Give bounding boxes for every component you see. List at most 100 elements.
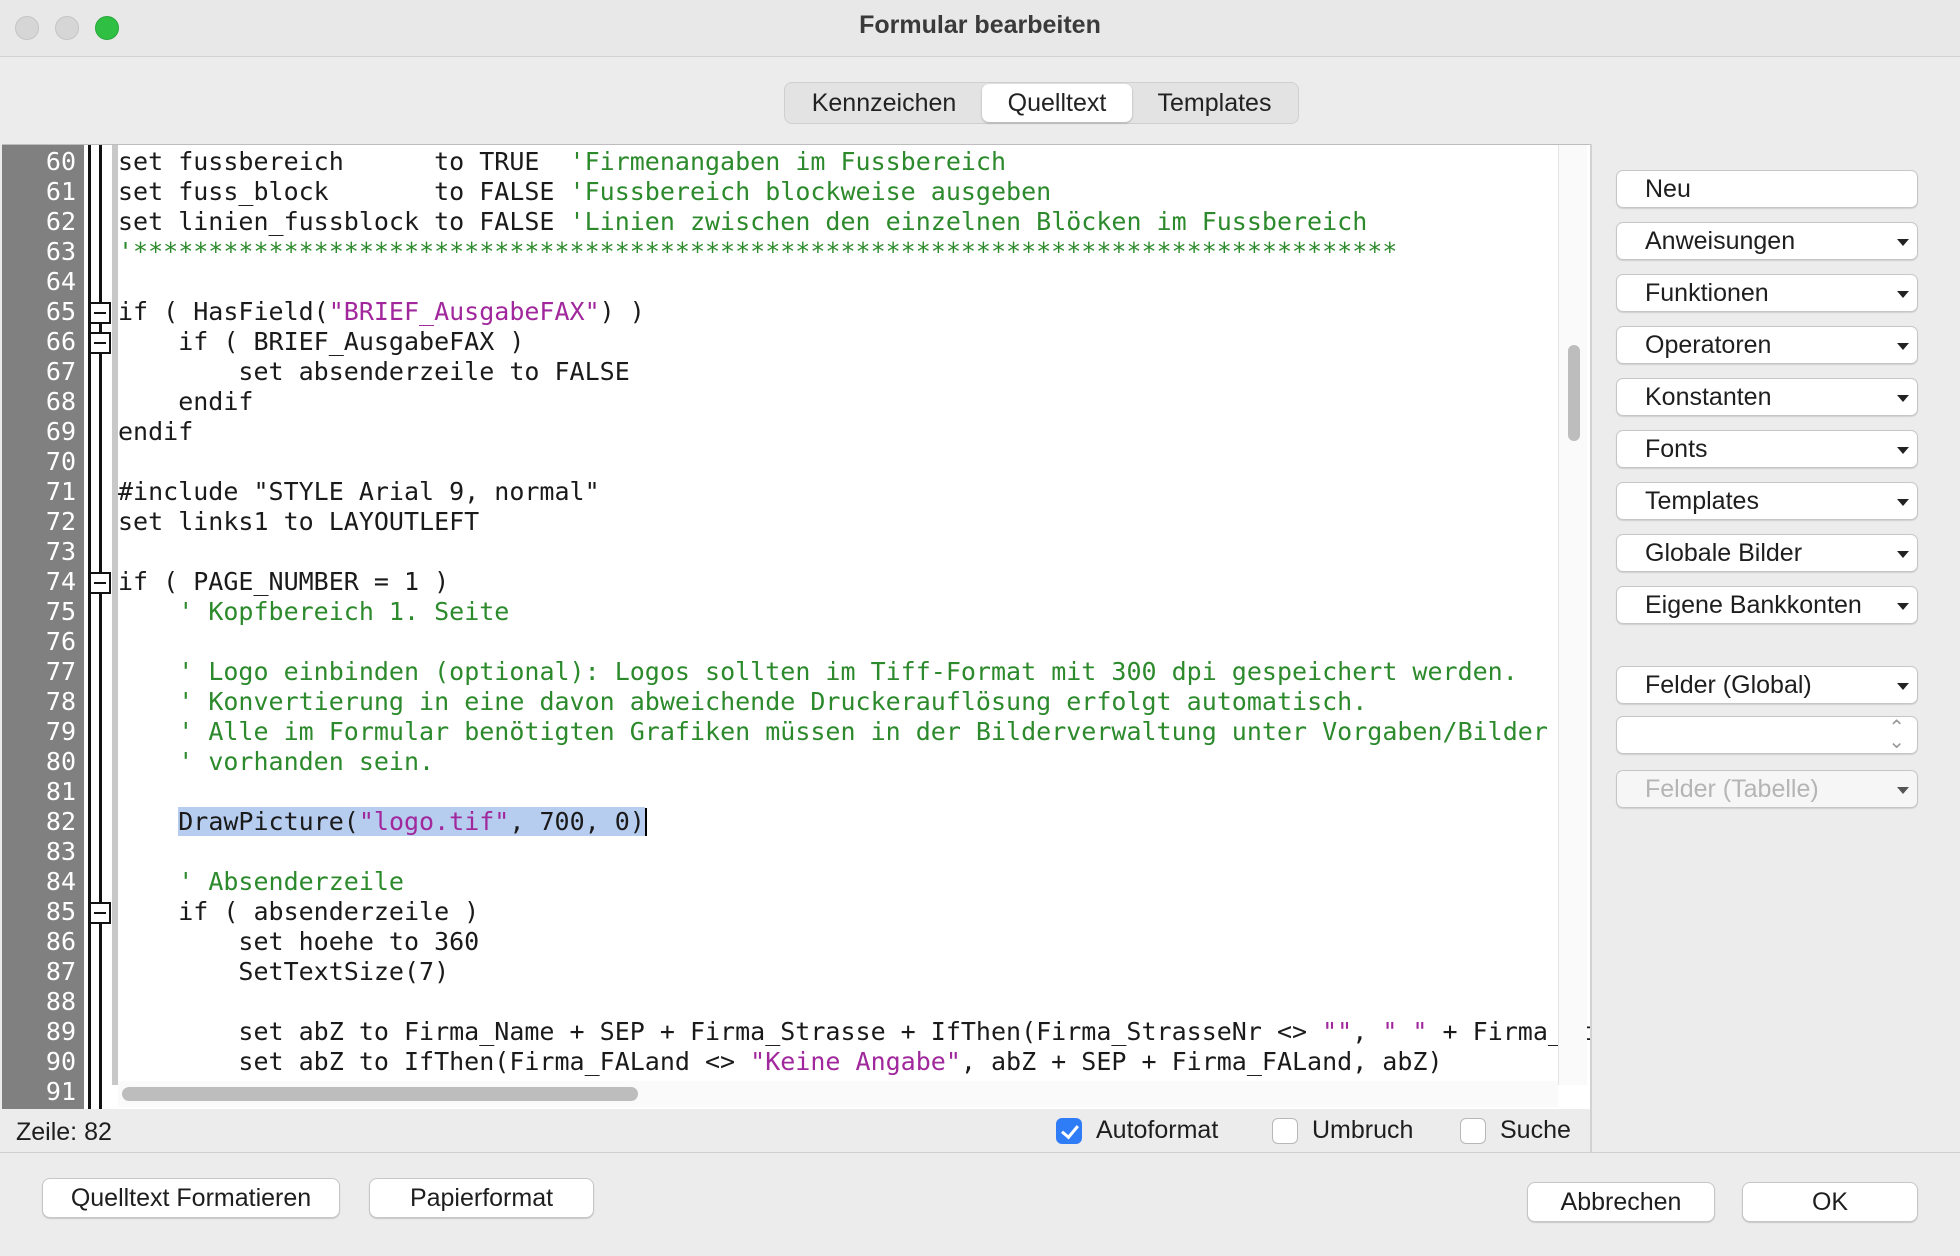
chevron-down-icon	[1897, 603, 1909, 610]
neu-button[interactable]: Neu	[1616, 170, 1918, 208]
code-comment: 'Fussbereich blockweise ausgeben	[569, 177, 1052, 206]
code-text: ' Alle im Formular benötigten Grafiken m…	[118, 717, 1548, 747]
chevron-down-icon	[1897, 787, 1909, 794]
vertical-scrollbar[interactable]	[1558, 145, 1587, 1085]
code-token: set fussbereich to TRUE	[118, 147, 570, 176]
felder-global-dropdown[interactable]: Felder (Global)	[1616, 666, 1918, 704]
code-token: if ( PAGE_NUMBER = 1 )	[118, 567, 450, 596]
felder-tabelle-dropdown: Felder (Tabelle)	[1616, 770, 1918, 808]
line-number: 82	[45, 807, 76, 836]
footer-divider	[0, 1152, 1960, 1153]
code-token: if ( absenderzeile )	[118, 897, 480, 926]
operatoren-dropdown[interactable]: Operatoren	[1616, 326, 1918, 364]
code-comment: 'Firmenangaben im Fussbereich	[569, 147, 1007, 176]
globale-bilder-dropdown[interactable]: Globale Bilder	[1616, 534, 1918, 572]
code-text: ' Konvertierung in eine davon abweichend…	[118, 687, 1367, 717]
selected-code-token: "logo.tif"	[358, 807, 510, 836]
line-number: 76	[45, 627, 76, 656]
dialog-window: Formular bearbeiten Kennzeichen Quelltex…	[0, 0, 1960, 1256]
code-text: if ( PAGE_NUMBER = 1 )	[118, 567, 449, 597]
line-number: 86	[45, 927, 76, 956]
code-token: #include "STYLE Arial 9, normal"	[118, 477, 600, 506]
line-number: 60	[45, 147, 76, 176]
collapse-fold-icon[interactable]	[89, 332, 111, 354]
suche-label: Suche	[1500, 1116, 1571, 1144]
line-number: 72	[45, 507, 76, 536]
code-text: endif	[118, 417, 193, 447]
code-comment: ' Konvertierung in eine davon abweichend…	[178, 687, 1368, 716]
tab-kennzeichen[interactable]: Kennzeichen	[786, 84, 982, 122]
cancel-button[interactable]: Abbrechen	[1527, 1182, 1715, 1222]
code-text: if ( BRIEF_AusgabeFAX )	[118, 327, 524, 357]
line-number: 77	[45, 657, 76, 686]
code-comment: ' Absenderzeile	[178, 867, 404, 896]
autoformat-label: Autoformat	[1096, 1116, 1219, 1144]
horizontal-scroll-thumb[interactable]	[122, 1087, 638, 1101]
code-text: ' Logo einbinden (optional): Logos sollt…	[118, 657, 1518, 687]
fonts-dropdown[interactable]: Fonts	[1616, 430, 1918, 468]
tab-quelltext[interactable]: Quelltext	[982, 84, 1132, 122]
code-token: set linien_fussblock to FALSE	[118, 207, 570, 236]
konstanten-dropdown[interactable]: Konstanten	[1616, 378, 1918, 416]
collapse-fold-icon[interactable]	[89, 572, 111, 594]
cursor-line-status: Zeile: 82	[16, 1118, 112, 1146]
code-string: ""	[1322, 1017, 1353, 1046]
code-text: set hoehe to 360	[118, 927, 479, 957]
suche-checkbox[interactable]	[1460, 1118, 1486, 1144]
code-comment: '***************************************…	[118, 237, 1398, 266]
anweisungen-dropdown[interactable]: Anweisungen	[1616, 222, 1918, 260]
line-number: 75	[45, 597, 76, 626]
code-text: '***************************************…	[118, 237, 1397, 267]
chevron-down-icon	[1897, 447, 1909, 454]
code-comment: ' Logo einbinden (optional): Logos sollt…	[178, 657, 1518, 686]
selected-code-token: , 700, 0)	[509, 807, 645, 836]
code-text: set linien_fussblock to FALSE 'Linien zw…	[118, 207, 1367, 237]
line-number: 71	[45, 477, 76, 506]
line-number: 67	[45, 357, 76, 386]
line-number: 89	[45, 1017, 76, 1046]
line-number: 70	[45, 447, 76, 476]
code-editor[interactable]: 60 set fussbereich to TRUE 'Firmenangaben…	[2, 144, 1590, 1109]
code-token: set abZ to Firma_Name + SEP + Firma_Stra…	[118, 1017, 1323, 1046]
code-text: DrawPicture("logo.tif", 700, 0)	[118, 807, 647, 837]
code-text: set fussbereich to TRUE 'Firmenangaben i…	[118, 147, 1006, 177]
code-comment: 'Linien zwischen den einzelnen Blöcken i…	[569, 207, 1368, 236]
collapse-fold-icon[interactable]	[89, 302, 111, 324]
code-token: if ( BRIEF_AusgabeFAX )	[118, 327, 525, 356]
code-comment: ' Alle im Formular benötigten Grafiken m…	[178, 717, 1548, 746]
code-text: #include "STYLE Arial 9, normal"	[118, 477, 600, 507]
line-number: 79	[45, 717, 76, 746]
fold-guide-line	[88, 145, 91, 1109]
templates-dropdown[interactable]: Templates	[1616, 482, 1918, 520]
autoformat-checkbox[interactable]	[1056, 1118, 1082, 1144]
felder-global-label: Felder (Global)	[1645, 671, 1812, 699]
chevron-down-icon	[1897, 499, 1909, 506]
chevron-down-icon	[1897, 343, 1909, 350]
code-text: set abZ to IfThen(Firma_FALand <> "Keine…	[118, 1047, 1442, 1077]
line-number: 62	[45, 207, 76, 236]
line-number: 66	[45, 327, 76, 356]
line-number: 85	[45, 897, 76, 926]
felder-tabelle-label: Felder (Tabelle)	[1645, 775, 1819, 803]
eigene-bankkonten-dropdown[interactable]: Eigene Bankkonten	[1616, 586, 1918, 624]
code-text: ' Absenderzeile	[118, 867, 404, 897]
paper-format-button[interactable]: Papierformat	[369, 1178, 594, 1218]
umbruch-checkbox[interactable]	[1272, 1118, 1298, 1144]
code-text: set absenderzeile to FALSE	[118, 357, 629, 387]
umbruch-label: Umbruch	[1312, 1116, 1414, 1144]
collapse-fold-icon[interactable]	[89, 902, 111, 924]
tab-templates[interactable]: Templates	[1132, 84, 1297, 122]
vertical-scroll-thumb[interactable]	[1568, 345, 1580, 441]
globale-bilder-label: Globale Bilder	[1645, 539, 1803, 567]
code-token: set links1 to LAYOUTLEFT	[118, 507, 480, 536]
code-text: if ( HasField("BRIEF_AusgabeFAX") )	[118, 297, 645, 327]
line-number: 90	[45, 1047, 76, 1076]
ok-button[interactable]: OK	[1742, 1182, 1918, 1222]
format-source-button[interactable]: Quelltext Formatieren	[42, 1178, 340, 1218]
line-number: 68	[45, 387, 76, 416]
funktionen-dropdown[interactable]: Funktionen	[1616, 274, 1918, 312]
